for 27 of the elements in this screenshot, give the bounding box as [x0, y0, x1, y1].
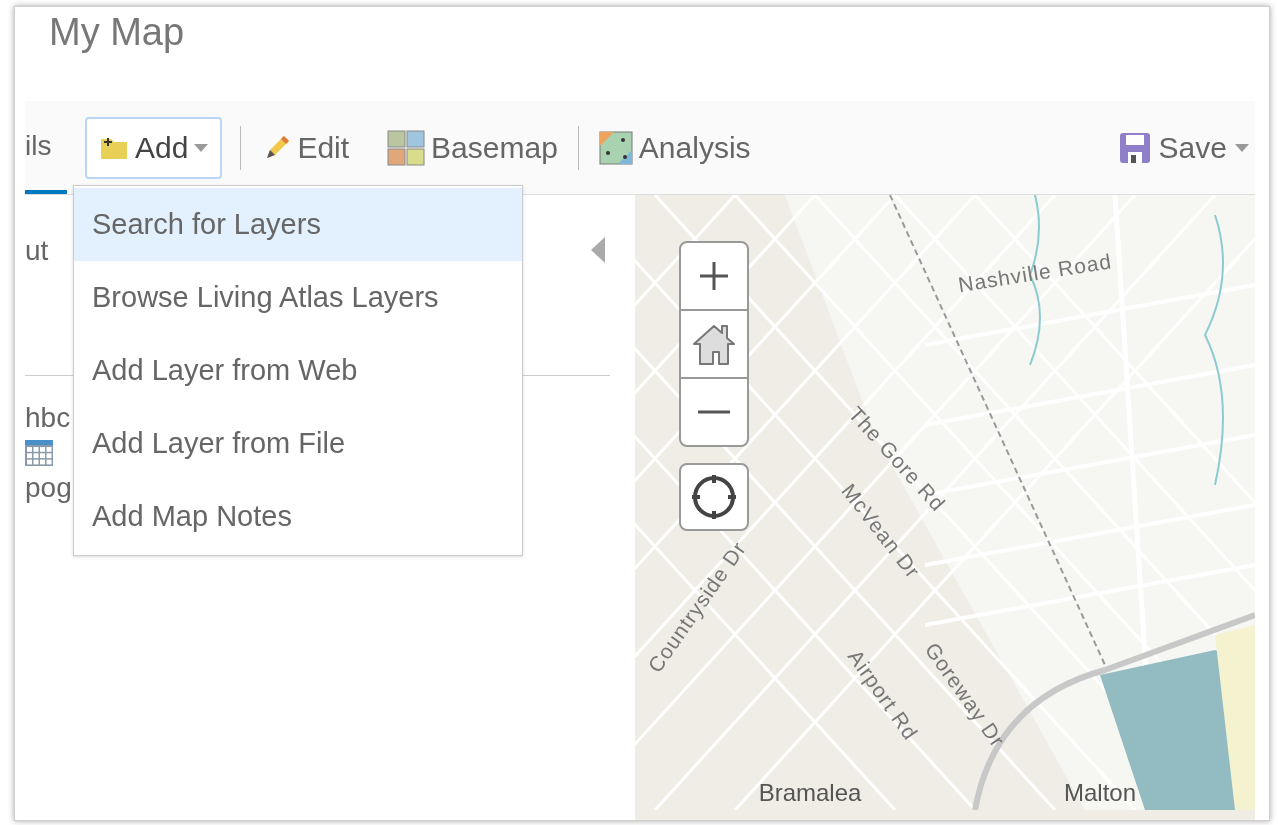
- map-label: Bramalea: [758, 778, 862, 808]
- layer-name: pog: [25, 474, 73, 502]
- caret-icon: [1235, 143, 1249, 152]
- add-dropdown-button[interactable]: Add: [85, 116, 223, 179]
- save-dropdown-button[interactable]: Save: [1118, 125, 1249, 170]
- map-label: Nashville Road: [955, 248, 1115, 299]
- toolbar-button[interactable]: Basemap: [383, 125, 562, 170]
- layer-name: hbc: [25, 404, 72, 432]
- map-title: My Map: [49, 11, 185, 53]
- menu-item[interactable]: Search for Layers: [74, 188, 522, 261]
- menu-item[interactable]: Browse Living Atlas Layers: [74, 261, 522, 334]
- caret-icon: [194, 143, 209, 152]
- panel-text: ut: [25, 237, 49, 265]
- menu-item[interactable]: Add Layer from File: [74, 407, 522, 480]
- locate-icon: [690, 473, 738, 521]
- locate-button[interactable]: [679, 463, 749, 531]
- plus-icon: [698, 260, 730, 292]
- minus-icon: [698, 409, 730, 415]
- grid-tiles-icon: [387, 129, 426, 166]
- collapse-icon: [591, 237, 605, 263]
- menu-item[interactable]: Add Map Notes: [74, 480, 522, 553]
- map-analysis-icon: [598, 130, 633, 165]
- home-icon: [691, 322, 737, 366]
- toolbar-button[interactable]: Analysis: [594, 125, 755, 170]
- menu-item[interactable]: Add Layer from Web: [74, 334, 522, 407]
- map-label: Malton: [1064, 778, 1136, 808]
- toolbar-button[interactable]: Edit: [259, 125, 354, 170]
